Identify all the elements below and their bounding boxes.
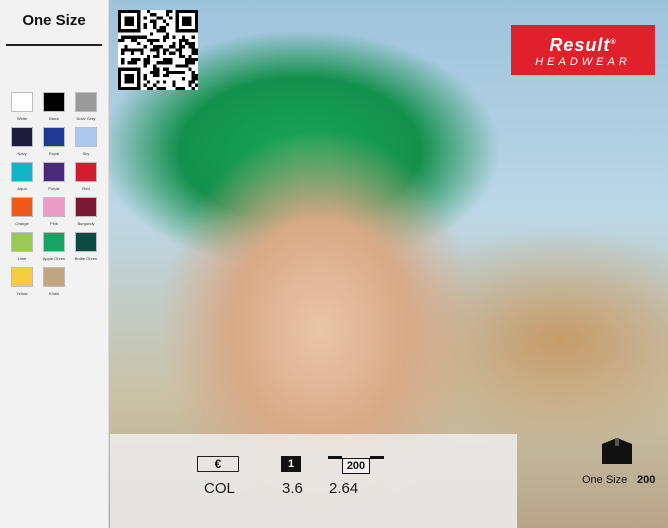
colour-swatch-item: Bottle Green <box>70 232 102 262</box>
colour-name: Navy <box>17 151 27 156</box>
carton-bar-left <box>328 456 342 459</box>
carton-bar-right <box>370 456 384 459</box>
colour-swatch-grid: White Black Dove Grey Navy Royal Sky Aqua Purpl… <box>6 92 102 297</box>
colour-swatch-item: Orange <box>6 197 38 227</box>
colour-name: Pink <box>50 221 58 226</box>
colour-swatch-item: Khaki <box>38 267 70 297</box>
colour-swatch <box>75 127 97 147</box>
colour-name: Khaki <box>48 291 59 296</box>
colour-swatch-item: Apple Green <box>38 232 70 262</box>
colour-name: Royal <box>48 151 60 156</box>
colour-name: Lime <box>17 256 27 261</box>
qr-code-icon <box>118 10 198 90</box>
colour-swatch-item: Pink <box>38 197 70 227</box>
colour-swatch <box>43 197 65 217</box>
colour-swatch-item: Lime <box>6 232 38 262</box>
colour-swatch-item: Sky <box>70 127 102 157</box>
colour-name: Red <box>82 186 90 191</box>
colour-swatch-item: Yellow <box>6 267 38 297</box>
box-icon <box>602 438 632 464</box>
colour-swatch <box>43 232 65 252</box>
colour-name: White <box>16 116 28 121</box>
colour-swatch-item: Aqua <box>6 162 38 192</box>
carton-quantity: 200 <box>342 458 370 474</box>
divider <box>6 44 102 46</box>
colour-swatch-item: Navy <box>6 127 38 157</box>
currency-label: € <box>197 456 239 472</box>
colour-swatch <box>11 232 33 252</box>
logo-registered: ® <box>610 39 617 46</box>
colour-swatch <box>11 162 33 182</box>
brand-logo: Result® HEADWEAR <box>511 25 655 75</box>
colour-name: Purple <box>48 186 60 191</box>
colour-name: Burgundy <box>77 221 95 226</box>
colour-swatch <box>43 162 65 182</box>
colour-swatch-item: Dove Grey <box>70 92 102 122</box>
packaging-info: One Size 200 <box>572 436 662 492</box>
colour-name: Bottle Green <box>74 256 98 261</box>
carton-label: 200 <box>328 456 388 474</box>
colour-swatch-item: Red <box>70 162 102 192</box>
colour-swatch-item: Burgundy <box>70 197 102 227</box>
colour-swatch <box>43 92 65 112</box>
colour-swatch <box>75 232 97 252</box>
colour-sidebar: One Size White Black Dove Grey Navy Royal Sky… <box>0 0 109 528</box>
logo-brand: Result <box>549 35 611 55</box>
colour-swatch-item: Black <box>38 92 70 122</box>
price-carton: 2.64 <box>329 480 359 497</box>
colour-swatch <box>75 197 97 217</box>
colour-swatch <box>75 92 97 112</box>
price-panel: € 1 200 COL 3.6 2.64 <box>110 434 517 528</box>
colour-swatch <box>75 162 97 182</box>
size-title: One Size <box>22 12 86 29</box>
colour-name: Orange <box>15 221 29 226</box>
colour-swatch <box>11 197 33 217</box>
colour-swatch <box>11 92 33 112</box>
colour-swatch <box>11 127 33 147</box>
colour-swatch <box>43 267 65 287</box>
colour-name: Yellow <box>16 291 28 296</box>
colour-swatch-item: Royal <box>38 127 70 157</box>
single-unit-label: 1 <box>281 456 301 472</box>
colour-name: Sky <box>82 151 90 156</box>
logo-subtitle: HEADWEAR <box>535 56 631 68</box>
colour-swatch-item: Purple <box>38 162 70 192</box>
country-code: COL <box>204 480 235 497</box>
pack-quantity: 200 <box>637 474 656 486</box>
colour-swatch <box>43 127 65 147</box>
price-single: 3.6 <box>282 480 303 497</box>
pack-size: One Size <box>582 474 628 486</box>
colour-name: Apple Green <box>42 256 66 261</box>
colour-swatch <box>11 267 33 287</box>
colour-name: Dove Grey <box>76 116 96 121</box>
colour-name: Black <box>49 116 59 121</box>
colour-swatch-item: White <box>6 92 38 122</box>
colour-name: Aqua <box>17 186 27 191</box>
